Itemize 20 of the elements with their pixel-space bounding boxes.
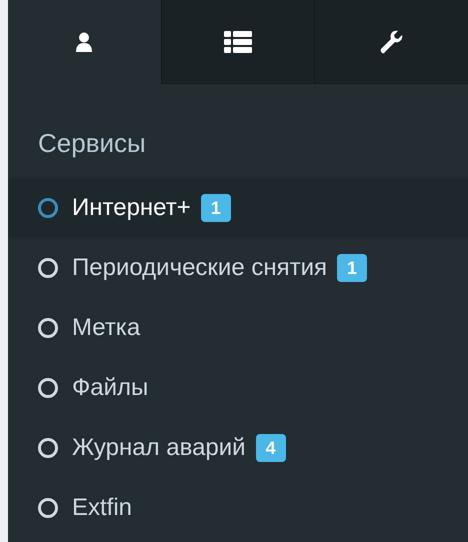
menu-item[interactable]: Extfin — [8, 478, 468, 538]
count-badge: 4 — [256, 434, 286, 462]
section-title: Сервисы — [37, 127, 147, 160]
item-label: Файлы — [72, 373, 148, 403]
wrench-icon — [380, 30, 404, 54]
menu-item[interactable]: Метка — [8, 298, 468, 358]
menu-item[interactable]: Файлы — [8, 358, 468, 418]
menu-item[interactable]: Журнал аварий 4 — [8, 418, 468, 478]
count-badge: 1 — [337, 254, 368, 282]
item-label: Интернет+ — [72, 193, 191, 223]
item-label: Extfin — [72, 493, 132, 523]
menu-item[interactable]: Периодические снятия 1 — [8, 238, 468, 298]
user-icon — [75, 32, 94, 52]
count-badge: 1 — [200, 194, 231, 222]
item-label: Периодические снятия — [72, 253, 327, 283]
list-icon — [224, 30, 252, 52]
tab[interactable] — [160, 0, 314, 84]
item-label: Метка — [72, 313, 140, 343]
menu-item[interactable]: Интернет+ 1 — [8, 178, 468, 238]
item-label: Журнал аварий — [72, 433, 246, 463]
